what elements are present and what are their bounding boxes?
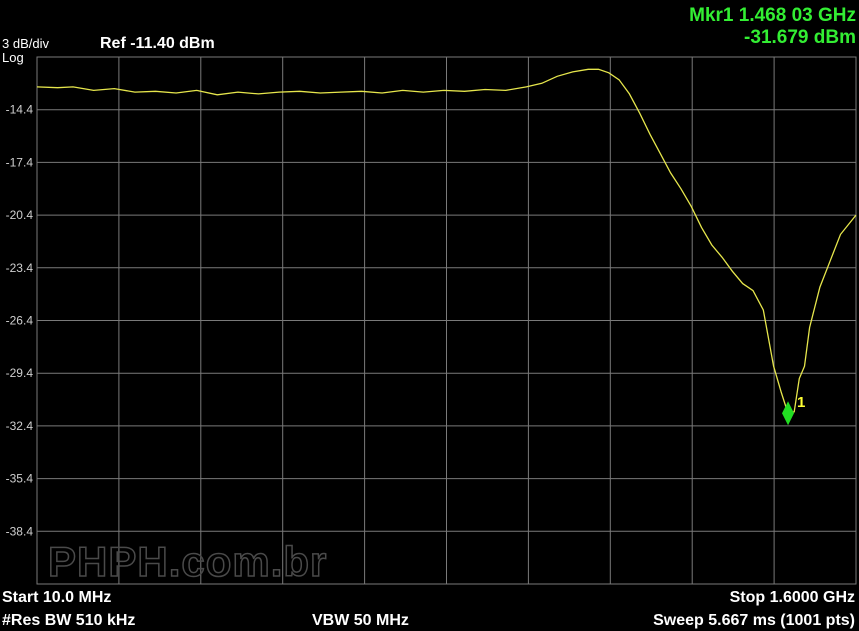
y-tick-label: -38.4 <box>6 524 34 538</box>
watermark: PHPH.com.br <box>48 538 327 585</box>
marker-1-diamond[interactable] <box>782 401 795 426</box>
y-tick-label: -20.4 <box>6 208 34 222</box>
marker-1-label: 1 <box>797 394 805 411</box>
y-tick-label: -14.4 <box>6 103 34 117</box>
y-tick-label: -32.4 <box>6 419 34 433</box>
plot-area: -14.4 -17.4 -20.4 -23.4 -26.4 -29.4 -32.4 -35.4… <box>6 56 857 586</box>
y-tick-label: -26.4 <box>6 314 34 328</box>
scale-type: Log <box>2 50 24 65</box>
stop-frequency: Stop 1.6000 GHz <box>730 589 855 606</box>
sweep-time: Sweep 5.667 ms (1001 pts) <box>653 612 855 629</box>
y-tick-label: -35.4 <box>6 472 34 486</box>
marker-amplitude-readout: -31.679 dBm <box>744 27 856 48</box>
resolution-bandwidth: #Res BW 510 kHz <box>2 612 135 629</box>
scale-per-division: 3 dB/div <box>2 36 49 51</box>
y-tick-label: -23.4 <box>6 261 34 275</box>
reference-level: Ref -11.40 dBm <box>100 35 215 52</box>
video-bandwidth: VBW 50 MHz <box>312 612 409 629</box>
y-tick-label: -17.4 <box>6 155 34 169</box>
graticule <box>37 57 856 584</box>
y-tick-label: -29.4 <box>6 366 34 380</box>
start-frequency: Start 10.0 MHz <box>2 589 111 606</box>
y-axis-tick-labels: -14.4 -17.4 -20.4 -23.4 -26.4 -29.4 -32.4 -35.4… <box>6 103 34 539</box>
marker-frequency-readout: Mkr1 1.468 03 GHz <box>689 5 856 26</box>
spectrum-analyzer-screen: 3 dB/div Log Ref -11.40 dBm Mkr1 1.468 0… <box>2 5 857 629</box>
